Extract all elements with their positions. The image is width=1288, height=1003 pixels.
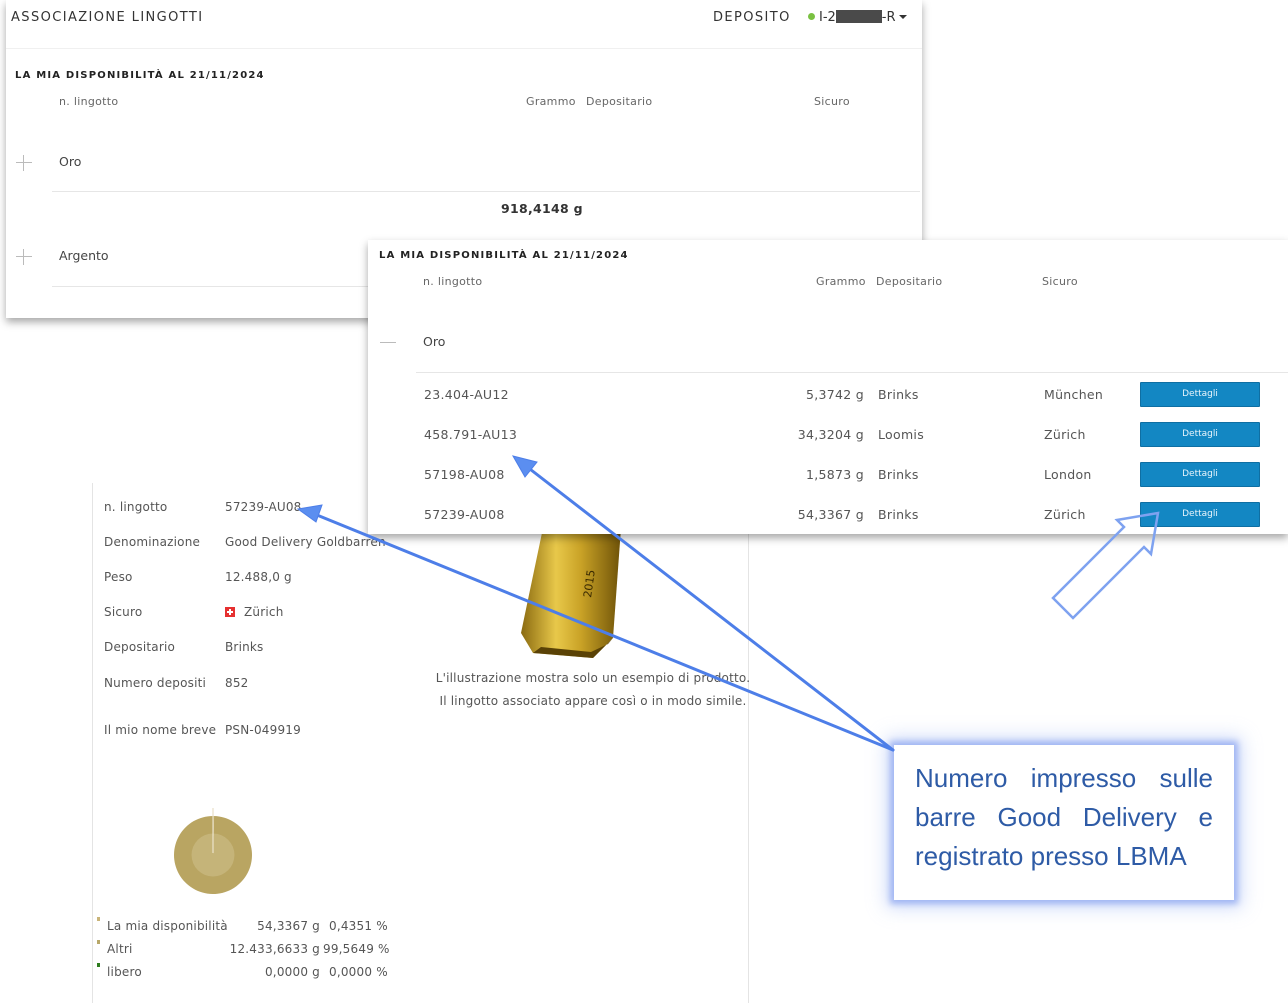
arrow-to-list-row: [524, 464, 895, 752]
annotation-arrows: [296, 455, 1160, 752]
arrowhead-icon: [296, 504, 323, 523]
arrow-to-bar-number: [310, 511, 895, 752]
arrowhead-icon: [511, 455, 538, 478]
block-arrow-to-details-button: [1051, 511, 1160, 620]
